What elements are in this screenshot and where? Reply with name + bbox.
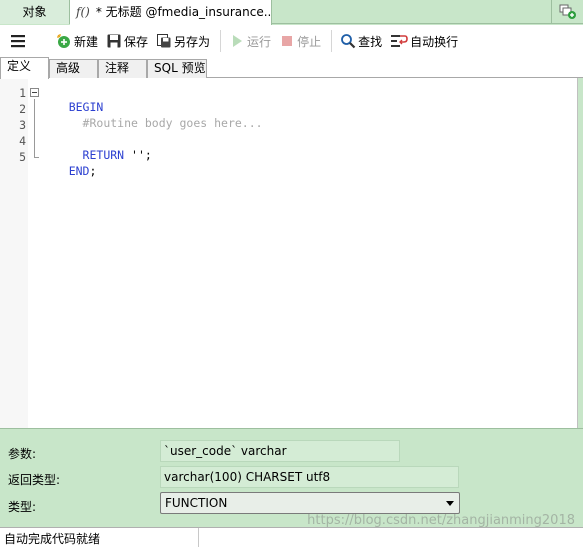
tab-definition[interactable]: 定义 [0,57,49,79]
editor-toolbar: 新建 保存 另存为 运行 停止 查找 自动换行 [0,25,583,57]
save-as-button[interactable]: 另存为 [156,33,210,50]
type-select-value: FUNCTION [165,496,228,510]
tab-advanced[interactable]: 高级 [49,59,98,78]
code-token: ''; [131,148,152,162]
code-editor[interactable]: 1 2 3 4 5 BEGIN #Routine body goes here.… [0,78,578,428]
tab-untitled-function-label: * 无标题 @fmedia_insurance... [95,5,272,19]
save-as-button-label: 另存为 [174,34,211,49]
type-select[interactable]: FUNCTION [160,492,460,514]
function-icon: f() [76,5,90,19]
tab-objects[interactable]: 对象 [0,0,70,24]
toolbar-divider [331,30,333,52]
stop-button[interactable]: 停止 [279,33,321,50]
tab-sql-preview[interactable]: SQL 预览 [147,59,207,78]
run-button[interactable]: 运行 [229,33,271,50]
new-button[interactable]: 新建 [56,33,98,50]
line-number: 5 [19,150,26,164]
tab-comment-label: 注释 [105,61,130,75]
document-tab-strip: 对象 f() * 无标题 @fmedia_insurance... [0,0,583,25]
line-number: 1 [19,86,26,100]
tab-advanced-label: 高级 [56,61,81,75]
tab-objects-label: 对象 [22,5,47,19]
status-bar: 自动完成代码就绪 [0,527,583,547]
return-type-value: varchar(100) CHARSET utf8 [164,470,331,484]
tab-sql-preview-label: SQL 预览 [154,61,206,75]
fold-guide-end [34,157,39,158]
new-icon [57,34,70,48]
hamburger-icon [11,35,25,48]
fold-guide [34,99,35,157]
code-line: END; [41,150,97,192]
line-number: 2 [19,102,26,116]
params-value: `user_code` varchar [164,444,287,458]
watermark: https://blog.csdn.net/zhangjianming2018 [307,513,575,528]
toolbar-divider [220,30,222,52]
status-divider [198,528,199,547]
add-tab-icon [559,4,576,19]
stop-button-label: 停止 [297,34,322,49]
tab-definition-label: 定义 [7,59,32,73]
stop-icon [282,36,293,46]
line-number-gutter: 1 2 3 4 5 [0,78,28,428]
save-button[interactable]: 保存 [106,33,148,50]
line-number: 3 [19,118,26,132]
run-icon [233,35,243,47]
tab-untitled-function[interactable]: f() * 无标题 @fmedia_insurance... [70,0,272,25]
line-number: 4 [19,134,26,148]
type-label: 类型: [8,500,37,514]
find-button[interactable]: 查找 [340,33,382,50]
menu-button[interactable] [10,34,30,48]
save-icon [107,34,121,48]
definition-tab-bar: 定义 高级 注释 SQL 预览 [0,57,583,79]
tab-comment[interactable]: 注释 [98,59,147,78]
code-token: ; [89,164,97,178]
chevron-down-icon [446,501,454,506]
word-wrap-icon [391,35,408,47]
status-text: 自动完成代码就绪 [4,532,101,546]
params-label: 参数: [8,447,37,461]
find-button-label: 查找 [358,34,383,49]
new-button-label: 新建 [74,34,99,49]
run-button-label: 运行 [247,34,272,49]
code-token: #Routine body goes here... [68,116,263,130]
save-button-label: 保存 [124,34,149,49]
return-type-label: 返回类型: [8,473,61,487]
fold-toggle-icon[interactable] [30,88,39,97]
word-wrap-button-label: 自动换行 [410,34,459,49]
new-tab-button[interactable] [551,0,583,24]
params-field[interactable]: `user_code` varchar [160,440,400,462]
return-type-field[interactable]: varchar(100) CHARSET utf8 [160,466,459,488]
search-icon [341,34,356,49]
code-token: END [68,164,90,178]
save-as-icon [157,34,171,48]
word-wrap-button[interactable]: 自动换行 [390,33,458,50]
